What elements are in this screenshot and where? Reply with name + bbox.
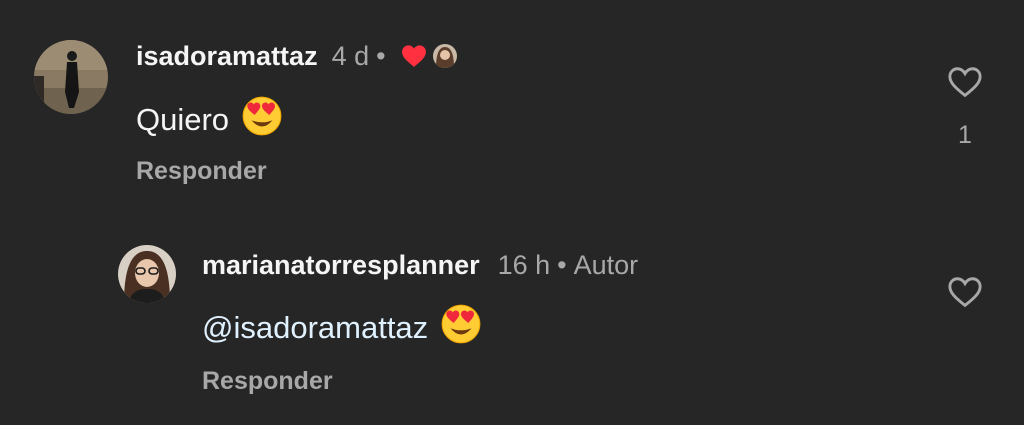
reply-button[interactable]: Responder (202, 367, 333, 396)
comments-panel: isadoramattaz 4 d • Quiero Responder 1 m… (0, 0, 1024, 425)
heart-outline-icon[interactable] (947, 276, 983, 313)
comment-text: Quiero (136, 95, 283, 145)
timestamp: 4 d (331, 40, 370, 71)
heart-eyes-emoji (241, 95, 283, 145)
like-button[interactable] (945, 276, 985, 313)
mention-link[interactable]: @isadoramattaz (202, 310, 428, 346)
reply-button[interactable]: Responder (136, 157, 267, 186)
comment-header: isadoramattaz 4 d • (136, 38, 457, 74)
comment-body: Quiero (136, 102, 230, 137)
like-count: 1 (958, 121, 972, 149)
separator-dot: • (557, 249, 567, 280)
author-avatar-mini (432, 44, 457, 68)
heart-eyes-emoji (440, 303, 482, 353)
avatar[interactable] (34, 40, 108, 114)
username[interactable]: isadoramattaz (136, 41, 318, 72)
like-button[interactable]: 1 (945, 66, 985, 150)
reply-text: @isadoramattaz (202, 303, 482, 353)
author-badge: Autor (573, 249, 639, 280)
avatar[interactable] (118, 245, 176, 303)
comment-item: isadoramattaz 4 d • Quiero Responder 1 (0, 0, 1024, 200)
separator-dot: • (376, 40, 386, 71)
heart-filled-icon (401, 44, 427, 68)
reply-header: marianatorresplanner 16 h • Autor (202, 247, 638, 283)
reply-item: marianatorresplanner 16 h • Autor @isado… (0, 230, 1024, 420)
heart-outline-icon[interactable] (947, 66, 983, 103)
timestamp: 16 h (497, 249, 551, 280)
username[interactable]: marianatorresplanner (202, 250, 480, 281)
